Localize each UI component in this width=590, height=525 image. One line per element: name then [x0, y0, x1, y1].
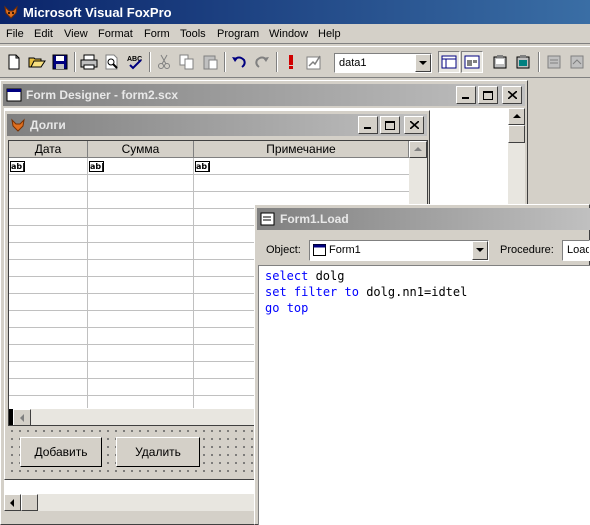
app-titlebar: Microsoft Visual FoxPro: [0, 0, 590, 24]
minimize-icon[interactable]: [456, 86, 476, 104]
menu-tools[interactable]: Tools: [180, 28, 206, 40]
procedure-value: Load: [567, 244, 590, 256]
object-value: Form1: [329, 244, 361, 256]
code-editor[interactable]: select dolg set filter to dolg.nn1=idtel g…: [258, 265, 590, 525]
undo-icon[interactable]: [228, 51, 250, 73]
datasource-combo[interactable]: data1: [334, 53, 432, 73]
code-keyword: go: [265, 301, 280, 315]
close-icon[interactable]: [502, 86, 522, 104]
code-keyword: set: [265, 285, 287, 299]
textbox-marker-icon: ab|: [195, 161, 211, 172]
hscroll-thumb[interactable]: [21, 494, 38, 511]
code-line[interactable]: go top: [265, 300, 467, 316]
chevron-down-icon[interactable]: [415, 54, 431, 72]
menu-form[interactable]: Form: [144, 28, 170, 40]
code-line[interactable]: select dolg: [265, 268, 467, 284]
code-keyword: select: [265, 269, 309, 283]
code-window-icon[interactable]: [566, 51, 588, 73]
code-line[interactable]: set filter to dolg.nn1=idtel: [265, 284, 467, 300]
form-designer-title: Form Designer - form2.scx: [26, 88, 179, 102]
run-icon[interactable]: [280, 51, 302, 73]
menu-edit[interactable]: Edit: [34, 28, 53, 40]
toolbar-separator: [74, 52, 76, 72]
delete-button[interactable]: Удалить: [116, 437, 200, 467]
form-designer-titlebar: Form Designer - form2.scx: [3, 84, 525, 106]
chevron-down-icon[interactable]: [472, 241, 488, 260]
toolbar-separator: [276, 52, 278, 72]
grid-header-date[interactable]: Дата: [9, 141, 88, 158]
properties-icon[interactable]: [543, 51, 565, 73]
scroll-left-arrow-icon[interactable]: [4, 494, 21, 511]
copy-icon[interactable]: [176, 51, 198, 73]
object-label: Object:: [266, 244, 301, 256]
dolgi-title: Долги: [30, 118, 66, 132]
foxpro-logo-icon: [3, 4, 19, 20]
paste-icon[interactable]: [199, 51, 221, 73]
menu-program[interactable]: Program: [217, 28, 259, 40]
code-window-title: Form1.Load: [280, 212, 349, 226]
print-icon[interactable]: [78, 51, 100, 73]
command-window-icon[interactable]: [489, 51, 511, 73]
code-window-icon: [260, 212, 276, 226]
procedure-combo[interactable]: Load: [562, 240, 590, 261]
datasource-value: data1: [339, 57, 367, 69]
procedure-label: Procedure:: [500, 244, 554, 256]
print-preview-icon[interactable]: [101, 51, 123, 73]
textbox-marker-icon: ab|: [10, 161, 26, 172]
form-layout-icon[interactable]: [461, 51, 483, 73]
menu-file[interactable]: File: [6, 28, 24, 40]
toolbar-separator: [538, 52, 540, 72]
scroll-thumb[interactable]: [508, 125, 525, 143]
code-keyword: top: [286, 301, 309, 315]
scroll-up-arrow-icon[interactable]: [409, 141, 427, 158]
spell-check-icon[interactable]: ABC: [124, 51, 146, 73]
app-title: Microsoft Visual FoxPro: [23, 4, 172, 20]
menu-format[interactable]: Format: [98, 28, 133, 40]
add-button[interactable]: Добавить: [20, 437, 102, 467]
toolbar-separator: [224, 52, 226, 72]
toolbar-separator: [149, 52, 151, 72]
code-text: dolg.nn1=idtel: [358, 285, 468, 299]
add-button-label: Добавить: [34, 445, 88, 459]
minimize-icon[interactable]: [358, 116, 378, 134]
open-icon[interactable]: [26, 51, 48, 73]
form-designer-icon: [6, 88, 22, 102]
new-icon[interactable]: [3, 51, 25, 73]
maximize-icon[interactable]: [478, 86, 498, 104]
scroll-left-arrow-icon[interactable]: [13, 409, 31, 425]
delete-button-label: Удалить: [135, 445, 181, 459]
menu-view[interactable]: View: [64, 28, 88, 40]
code-lines: select dolg set filter to dolg.nn1=idtel g…: [265, 268, 467, 316]
save-icon[interactable]: [49, 51, 71, 73]
cut-icon[interactable]: [153, 51, 175, 73]
grid-col-divider: [193, 158, 194, 408]
form-grid-icon[interactable]: [438, 51, 460, 73]
menu-window[interactable]: Window: [269, 28, 308, 40]
data-session-icon[interactable]: [512, 51, 534, 73]
form-icon: [313, 244, 326, 259]
maximize-icon[interactable]: [380, 116, 400, 134]
redo-icon[interactable]: [251, 51, 273, 73]
grid-header-sum[interactable]: Сумма: [88, 141, 194, 158]
menu-help[interactable]: Help: [318, 28, 341, 40]
code-keyword: to: [344, 285, 359, 299]
close-icon[interactable]: [404, 116, 424, 134]
object-combo[interactable]: Form1: [309, 240, 489, 261]
code-keyword: filter: [293, 285, 338, 299]
textbox-marker-icon: ab|: [89, 161, 105, 172]
modify-form-icon[interactable]: [303, 51, 325, 73]
scroll-up-arrow-icon[interactable]: [508, 108, 525, 125]
code-window-titlebar: Form1.Load: [257, 208, 590, 230]
code-text: dolg: [308, 269, 345, 283]
grid-header-note[interactable]: Примечание: [194, 141, 409, 158]
grid-col-divider: [87, 158, 88, 408]
foxpro-logo-icon: [10, 117, 26, 133]
